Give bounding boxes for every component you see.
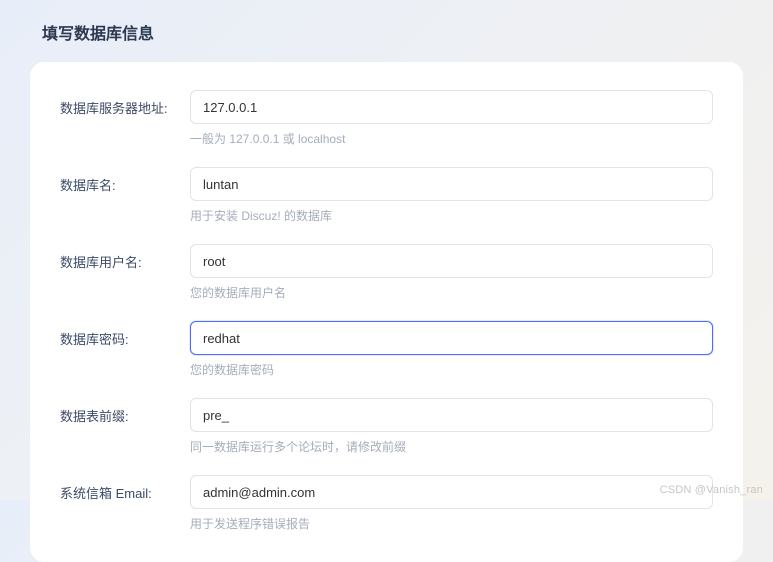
field-prefix: 同一数据库运行多个论坛时，请修改前缀: [190, 398, 713, 455]
field-email: 用于发送程序错误报告: [190, 475, 713, 532]
label-prefix: 数据表前缀:: [60, 398, 190, 425]
field-dbuser: 您的数据库用户名: [190, 244, 713, 301]
input-dbhost[interactable]: [190, 90, 713, 124]
label-dbpw: 数据库密码:: [60, 321, 190, 348]
label-dbuser: 数据库用户名:: [60, 244, 190, 271]
input-dbname[interactable]: [190, 167, 713, 201]
label-dbhost: 数据库服务器地址:: [60, 90, 190, 117]
input-dbuser[interactable]: [190, 244, 713, 278]
field-dbname: 用于安装 Discuz! 的数据库: [190, 167, 713, 224]
field-dbhost: 一般为 127.0.0.1 或 localhost: [190, 90, 713, 147]
database-form-card: 数据库服务器地址: 一般为 127.0.0.1 或 localhost 数据库名…: [30, 62, 743, 562]
page-title: 填写数据库信息: [30, 20, 743, 44]
hint-email: 用于发送程序错误报告: [190, 515, 713, 532]
label-dbname: 数据库名:: [60, 167, 190, 194]
input-email[interactable]: [190, 475, 713, 509]
row-dbpw: 数据库密码: 您的数据库密码: [60, 321, 713, 378]
field-dbpw: 您的数据库密码: [190, 321, 713, 378]
watermark: CSDN @Vanish_ran: [660, 484, 763, 496]
hint-prefix: 同一数据库运行多个论坛时，请修改前缀: [190, 438, 713, 455]
row-prefix: 数据表前缀: 同一数据库运行多个论坛时，请修改前缀: [60, 398, 713, 455]
hint-dbuser: 您的数据库用户名: [190, 284, 713, 301]
row-email: 系统信箱 Email: 用于发送程序错误报告: [60, 475, 713, 532]
label-email: 系统信箱 Email:: [60, 475, 190, 502]
input-prefix[interactable]: [190, 398, 713, 432]
hint-dbhost: 一般为 127.0.0.1 或 localhost: [190, 130, 713, 147]
row-dbname: 数据库名: 用于安装 Discuz! 的数据库: [60, 167, 713, 224]
hint-dbpw: 您的数据库密码: [190, 361, 713, 378]
row-dbhost: 数据库服务器地址: 一般为 127.0.0.1 或 localhost: [60, 90, 713, 147]
row-dbuser: 数据库用户名: 您的数据库用户名: [60, 244, 713, 301]
input-dbpw[interactable]: [190, 321, 713, 355]
hint-dbname: 用于安装 Discuz! 的数据库: [190, 207, 713, 224]
